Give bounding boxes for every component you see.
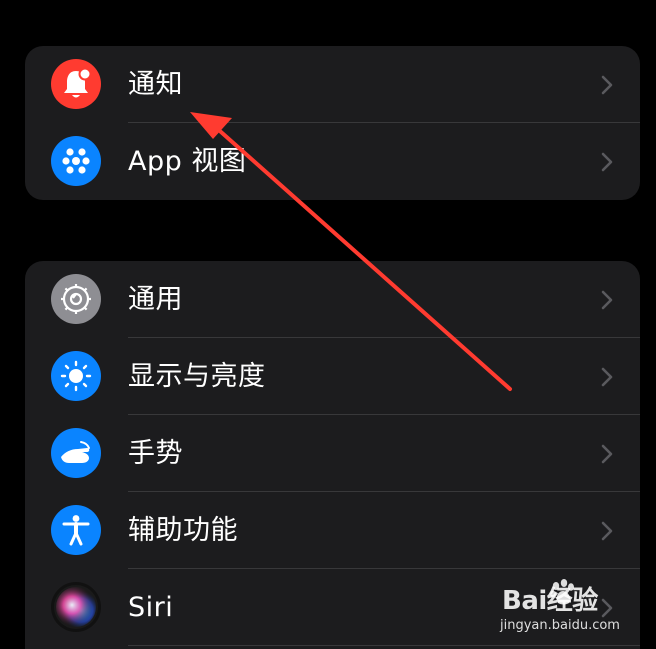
settings-group-apps: 通知 App 视图 xyxy=(25,46,640,200)
chevron-right-icon xyxy=(601,521,613,541)
settings-row-gestures[interactable]: 手势 xyxy=(25,415,640,492)
gear-icon xyxy=(51,274,101,324)
chevron-right-icon xyxy=(601,367,613,387)
settings-row-app-view[interactable]: App 视图 xyxy=(25,123,640,200)
row-separator xyxy=(128,645,640,646)
accessibility-figure-icon xyxy=(51,505,101,555)
settings-row-label: 通知 xyxy=(128,69,183,100)
app-grid-dots-icon xyxy=(51,136,101,186)
settings-row-label: 通用 xyxy=(128,284,183,315)
settings-row-label: 显示与亮度 xyxy=(128,361,266,392)
settings-row-label: Siri xyxy=(128,592,174,623)
settings-row-label: App 视图 xyxy=(128,146,247,177)
siri-orb-icon xyxy=(51,582,101,632)
notification-bell-icon xyxy=(51,59,101,109)
settings-row-label: 辅助功能 xyxy=(128,515,238,546)
watermark-logo-text: Bai经验 xyxy=(502,586,598,616)
settings-row-general[interactable]: 通用 xyxy=(25,261,640,338)
chevron-right-icon xyxy=(601,290,613,310)
settings-row-accessibility[interactable]: 辅助功能 xyxy=(25,492,640,569)
settings-row-display-brightness[interactable]: 显示与亮度 xyxy=(25,338,640,415)
hand-gesture-icon xyxy=(51,428,101,478)
chevron-right-icon xyxy=(601,75,613,95)
watermark-url: jingyan.baidu.com xyxy=(500,618,620,633)
sun-brightness-icon xyxy=(51,351,101,401)
chevron-right-icon xyxy=(601,444,613,464)
settings-row-label: 手势 xyxy=(128,438,183,469)
settings-row-notifications[interactable]: 通知 xyxy=(25,46,640,123)
chevron-right-icon xyxy=(601,152,613,172)
baidu-watermark: Bai经验 jingyan.baidu.com xyxy=(500,578,650,644)
watch-settings-screen: 通知 App 视图 通用 显示与亮度 手势 辅助功能 Siri Bai经验 ji… xyxy=(0,0,656,649)
